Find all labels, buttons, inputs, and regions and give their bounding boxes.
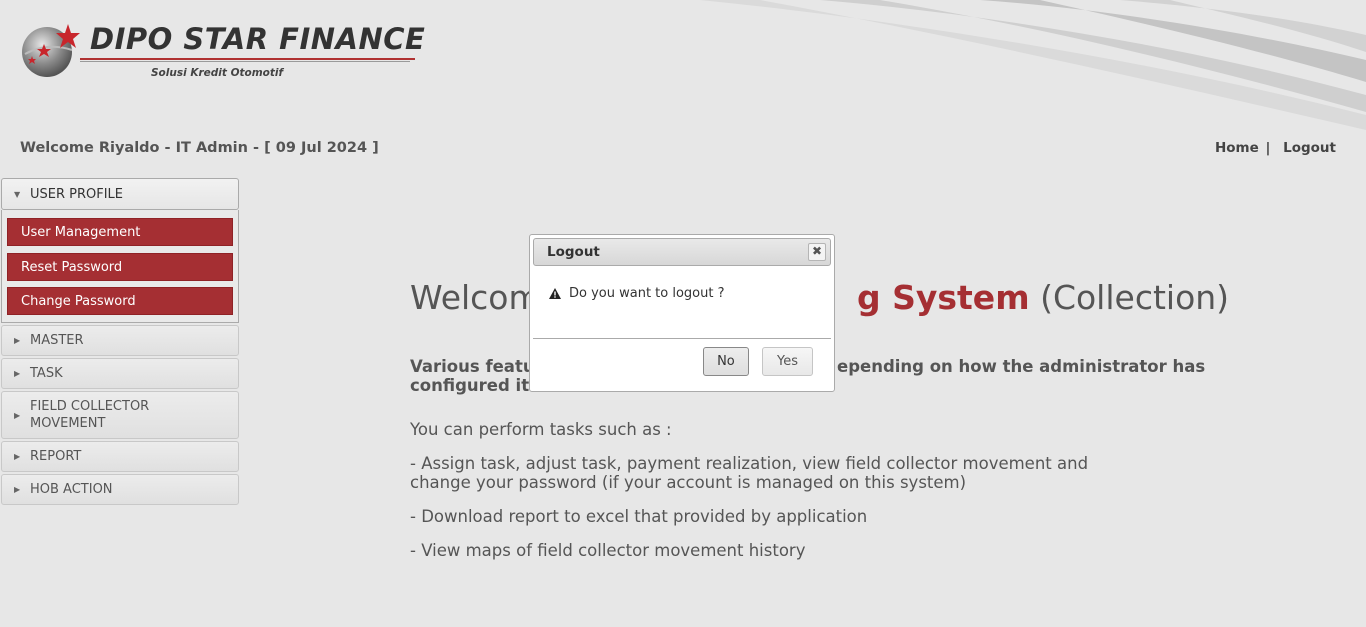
sidebar-section-field-collector-movement[interactable]: ▶ FIELD COLLECTOR MOVEMENT <box>1 391 239 439</box>
features-right: epending on how the administrator has <box>837 357 1206 376</box>
heading-part-left: Welcom <box>410 278 541 317</box>
triangle-right-icon: ▶ <box>14 410 21 420</box>
triangle-down-icon: ▼ <box>14 189 21 199</box>
logout-link[interactable]: Logout <box>1283 140 1336 156</box>
sidebar-section-task[interactable]: ▶ TASK <box>1 358 239 389</box>
sidebar-section-hob-action[interactable]: ▶ HOB ACTION <box>1 474 239 505</box>
brand-tagline: Solusi Kredit Otomotif <box>151 67 284 79</box>
features-left: Various featu <box>410 357 535 376</box>
dialog-buttons: No Yes <box>695 347 813 376</box>
task-1-line1: - Assign task, adjust task, payment real… <box>410 454 1089 473</box>
dialog-divider <box>533 338 831 339</box>
sidebar-section-label: MASTER <box>30 333 84 348</box>
sidebar-item-change-password[interactable]: Change Password <box>7 287 233 315</box>
warning-icon <box>549 288 561 299</box>
no-button[interactable]: No <box>702 347 749 376</box>
close-icon[interactable]: ✖ <box>808 243 826 261</box>
sidebar-item-user-management[interactable]: User Management <box>7 218 233 246</box>
welcome-text: Welcome Riyaldo - IT Admin - [ 09 Jul 20… <box>20 140 379 156</box>
dialog-title: Logout <box>547 244 600 260</box>
heading-system-word: g System <box>857 278 1030 317</box>
task-1-line2: change your password (if your account is… <box>410 473 967 492</box>
sidebar-section-label-line1: FIELD COLLECTOR <box>30 399 150 414</box>
triangle-right-icon: ▶ <box>14 369 21 378</box>
dialog-body: Do you want to logout ? <box>533 266 831 316</box>
sidebar-section-label: FIELD COLLECTOR MOVEMENT <box>30 398 149 432</box>
top-navigation: Home | Logout <box>1215 140 1336 156</box>
yes-button[interactable]: Yes <box>762 347 813 376</box>
logo-divider-red <box>80 58 415 60</box>
tasks-list: You can perform tasks such as : - Assign… <box>410 420 1088 575</box>
sidebar-section-label: HOB ACTION <box>30 482 113 497</box>
sidebar-section-label-line2: MOVEMENT <box>30 416 106 431</box>
sidebar-section-report[interactable]: ▶ REPORT <box>1 441 239 472</box>
logout-dialog: Logout ✖ Do you want to logout ? No Yes <box>529 234 835 392</box>
home-link[interactable]: Home <box>1215 140 1259 156</box>
dialog-message: Do you want to logout ? <box>569 286 725 301</box>
tasks-intro: You can perform tasks such as : <box>410 420 672 439</box>
sidebar-section-label: REPORT <box>30 449 82 464</box>
features-line2: configured it <box>410 376 530 395</box>
triangle-right-icon: ▶ <box>14 485 21 494</box>
brand-name: DIPO STAR FINANCE <box>90 22 426 56</box>
sidebar-section-master[interactable]: ▶ MASTER <box>1 325 239 356</box>
sidebar-item-reset-password[interactable]: Reset Password <box>7 252 233 281</box>
triangle-right-icon: ▶ <box>14 336 21 345</box>
dialog-title-bar[interactable]: Logout ✖ <box>533 238 831 266</box>
logo-divider-grey <box>80 61 410 62</box>
brand-logo: DIPO STAR FINANCE Solusi Kredit Otomotif <box>20 22 425 84</box>
nav-separator: | <box>1265 140 1271 156</box>
task-item: - Assign task, adjust task, payment real… <box>410 454 1088 492</box>
heading-collection: (Collection) <box>1029 278 1230 317</box>
sidebar-section-label: USER PROFILE <box>30 186 124 202</box>
sidebar-menu: ▼ USER PROFILE User Management Reset Pas… <box>1 178 239 507</box>
task-item: - Download report to excel that provided… <box>410 507 868 526</box>
logo-globe-star-icon <box>22 24 80 77</box>
triangle-right-icon: ▶ <box>14 452 21 461</box>
sidebar-section-label: TASK <box>30 366 63 381</box>
sidebar-section-user-profile[interactable]: ▼ USER PROFILE <box>1 178 239 210</box>
heading-part-right: g System (Collection) <box>857 278 1229 317</box>
task-item: - View maps of field collector movement … <box>410 541 806 560</box>
user-profile-panel: User Management Reset Password Change Pa… <box>1 210 239 323</box>
